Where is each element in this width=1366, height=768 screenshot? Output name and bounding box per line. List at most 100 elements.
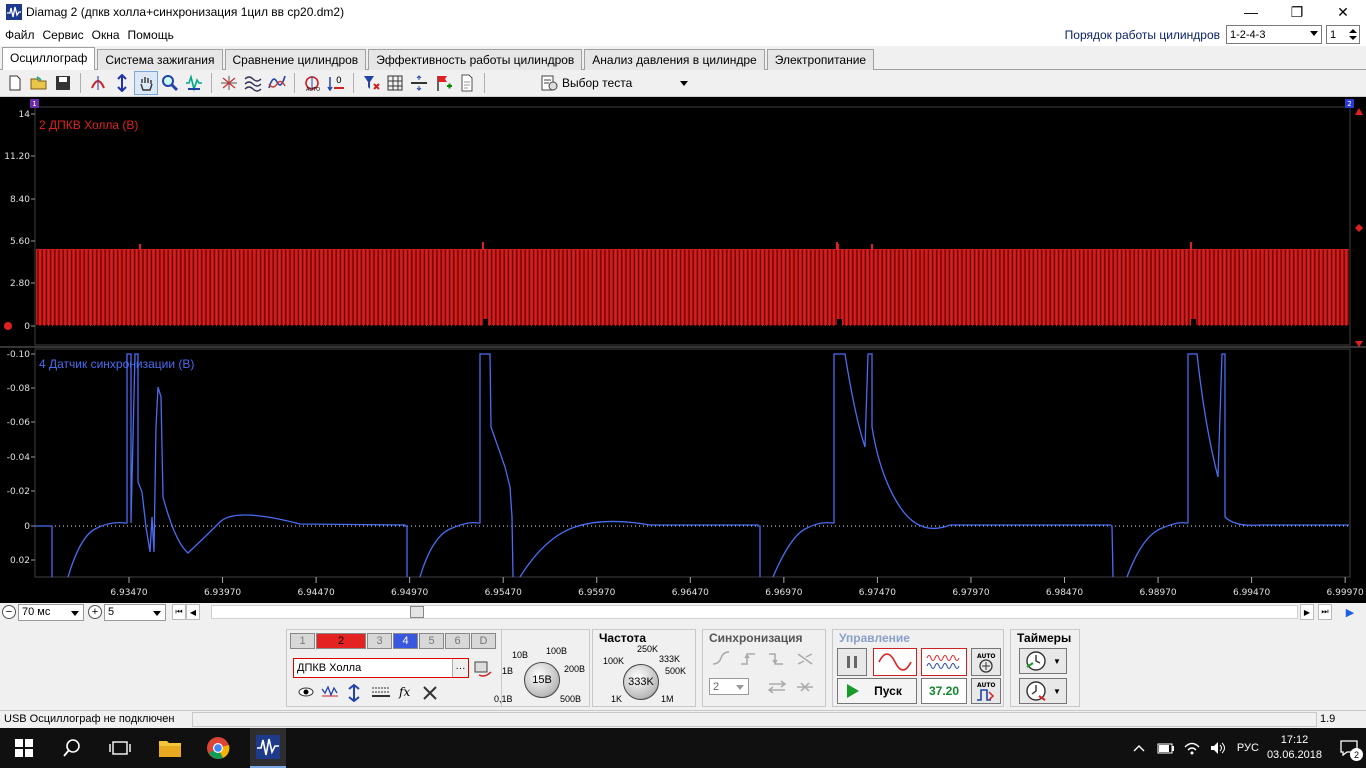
tab-ignition[interactable]: Система зажигания xyxy=(97,49,223,71)
channel-name-field[interactable]: ДПКВ Холла ··· xyxy=(293,658,469,678)
diamag-taskbar-icon[interactable] xyxy=(250,728,286,768)
sync-channel-select[interactable]: 2 xyxy=(709,678,749,695)
task-view-icon[interactable] xyxy=(108,736,132,760)
tab-cylinder-compare[interactable]: Сравнение цилиндров xyxy=(224,49,367,71)
sync-positive-edge-icon[interactable] xyxy=(739,650,759,668)
channel-2-button[interactable]: 2 xyxy=(316,633,366,649)
cursor-marker-icon[interactable] xyxy=(86,71,110,95)
auto-sync-button[interactable]: AUTO xyxy=(971,678,1001,704)
horizontal-line-icon[interactable] xyxy=(407,71,431,95)
notification-center-icon[interactable]: 2 xyxy=(1332,728,1366,768)
tools-icon[interactable] xyxy=(421,684,439,700)
volume-icon[interactable] xyxy=(1209,741,1227,755)
voltage-group: 15В 10В 100В 1В 200В 0,1В 500В xyxy=(494,629,590,707)
play-scroll-icon[interactable]: ▶ xyxy=(1340,604,1360,620)
timer-1-button[interactable]: ▼ xyxy=(1019,648,1067,674)
waveform-icon[interactable] xyxy=(321,684,339,700)
auto-measure-button[interactable]: AUTO xyxy=(971,648,1001,676)
time-scrollbar[interactable] xyxy=(211,605,1298,619)
spinner-arrows-icon[interactable] xyxy=(1349,28,1357,41)
timer-2-button[interactable]: ▼ xyxy=(1019,678,1067,704)
sensor-settings-icon[interactable] xyxy=(473,659,493,679)
start-windows-icon[interactable] xyxy=(12,736,36,760)
sync-negative-edge-icon[interactable] xyxy=(767,650,787,668)
function-icon[interactable]: fx xyxy=(399,685,410,699)
zoom-in-icon[interactable]: + xyxy=(88,605,102,619)
menu-service[interactable]: Сервис xyxy=(40,28,87,42)
chrome-icon[interactable] xyxy=(206,736,230,760)
scroll-left-icon[interactable]: ◀ xyxy=(186,604,200,620)
spectrum-icon[interactable] xyxy=(217,71,241,95)
channel-3-button[interactable]: 3 xyxy=(367,633,392,649)
go-start-icon[interactable]: ⏮ xyxy=(172,604,186,620)
tab-oscilloscope[interactable]: Осциллограф xyxy=(2,47,96,71)
channel-5-button[interactable]: 5 xyxy=(419,633,444,649)
menu-help[interactable]: Помощь xyxy=(125,28,177,42)
more-options-icon[interactable]: ··· xyxy=(452,659,468,677)
sine-mode-button[interactable] xyxy=(873,648,917,676)
zoom-select[interactable]: 5 xyxy=(104,603,166,621)
sync-position-icon[interactable] xyxy=(795,678,815,696)
multi-wave-button[interactable] xyxy=(921,648,967,676)
grid-icon[interactable] xyxy=(383,71,407,95)
minimize-button[interactable]: — xyxy=(1228,0,1274,24)
scope-canvas[interactable]: 14 11.20 8.40 5.60 2.80 0 -0.10 -0.08 -0.06 -0.04… xyxy=(0,97,1366,603)
auto-scale-icon[interactable]: AUTO xyxy=(300,71,324,95)
svg-text:AUTO: AUTO xyxy=(306,87,320,92)
chevron-up-icon[interactable] xyxy=(1133,743,1145,753)
start-button[interactable]: Пуск xyxy=(837,678,917,704)
file-explorer-icon[interactable] xyxy=(158,736,182,760)
voltage-knob[interactable]: 15В xyxy=(524,662,560,698)
battery-icon[interactable] xyxy=(1157,741,1175,755)
channel-4-button[interactable]: 4 xyxy=(393,633,418,649)
zoom-icon[interactable] xyxy=(158,71,182,95)
scroll-right-icon[interactable]: ▶ xyxy=(1300,604,1314,620)
tab-power-supply[interactable]: Электропитание xyxy=(766,49,875,71)
document-icon[interactable] xyxy=(455,71,479,95)
waves-icon[interactable] xyxy=(241,71,265,95)
status-bar: USB Осциллограф не подключен 1.9 xyxy=(0,710,1366,728)
oscilloscope-plot[interactable]: 14 11.20 8.40 5.60 2.80 0 -0.10 -0.08 -0.06 -0.04… xyxy=(0,97,1366,603)
clock[interactable]: 17:12 03.06.2018 xyxy=(1267,733,1322,763)
go-end-icon[interactable]: ⏭ xyxy=(1318,604,1332,620)
open-folder-icon[interactable] xyxy=(27,71,51,95)
eye-icon[interactable] xyxy=(297,684,315,700)
hand-pan-icon[interactable] xyxy=(134,71,158,95)
clock-date: 03.06.2018 xyxy=(1266,749,1322,761)
zoom-out-icon[interactable]: − xyxy=(2,605,16,619)
cylinder-number-spinner[interactable]: 1 xyxy=(1326,25,1360,44)
sync-auto-icon[interactable] xyxy=(795,650,815,668)
test-select[interactable]: Выбор теста xyxy=(540,72,692,94)
sync-level-icon[interactable] xyxy=(767,678,787,696)
svg-text:0: 0 xyxy=(336,76,342,86)
freq-label-1k: 1K xyxy=(611,694,623,704)
channel-6-button[interactable]: 6 xyxy=(445,633,470,649)
save-icon[interactable] xyxy=(51,71,75,95)
signal-filter-icon[interactable] xyxy=(182,71,206,95)
search-icon[interactable] xyxy=(60,736,84,760)
zero-offset-icon[interactable]: 0 xyxy=(324,71,348,95)
maximize-button[interactable]: ❐ xyxy=(1274,0,1320,24)
scrollbar-thumb[interactable] xyxy=(410,606,424,618)
timebase-select[interactable]: 70 мс xyxy=(18,603,84,621)
filter-funnel-icon[interactable] xyxy=(359,71,383,95)
level-lines-icon[interactable] xyxy=(371,684,391,700)
frequency-knob[interactable]: 333K xyxy=(623,664,659,700)
flag-add-icon[interactable] xyxy=(431,71,455,95)
vertical-scale-icon[interactable] xyxy=(110,71,134,95)
tab-cylinder-efficiency[interactable]: Эффективность работы цилиндров xyxy=(368,49,583,71)
close-button[interactable]: ✕ xyxy=(1320,0,1366,24)
wifi-icon[interactable] xyxy=(1183,741,1201,755)
channel-1-button[interactable]: 1 xyxy=(290,633,315,649)
channel-d-button[interactable]: D xyxy=(471,633,496,649)
smooth-icon[interactable] xyxy=(265,71,289,95)
tab-pressure-analysis[interactable]: Анализ давления в цилиндре xyxy=(584,49,765,71)
menu-windows[interactable]: Окна xyxy=(89,28,123,42)
menu-file[interactable]: Файл xyxy=(2,28,38,42)
new-file-icon[interactable] xyxy=(3,71,27,95)
pause-button[interactable] xyxy=(837,648,867,676)
sync-rising-edge-icon[interactable] xyxy=(711,650,731,668)
language-indicator[interactable]: РУС xyxy=(1237,742,1259,754)
vertical-move-icon[interactable] xyxy=(345,684,363,702)
cylinder-order-select[interactable]: 1-2-4-3 xyxy=(1226,25,1322,44)
